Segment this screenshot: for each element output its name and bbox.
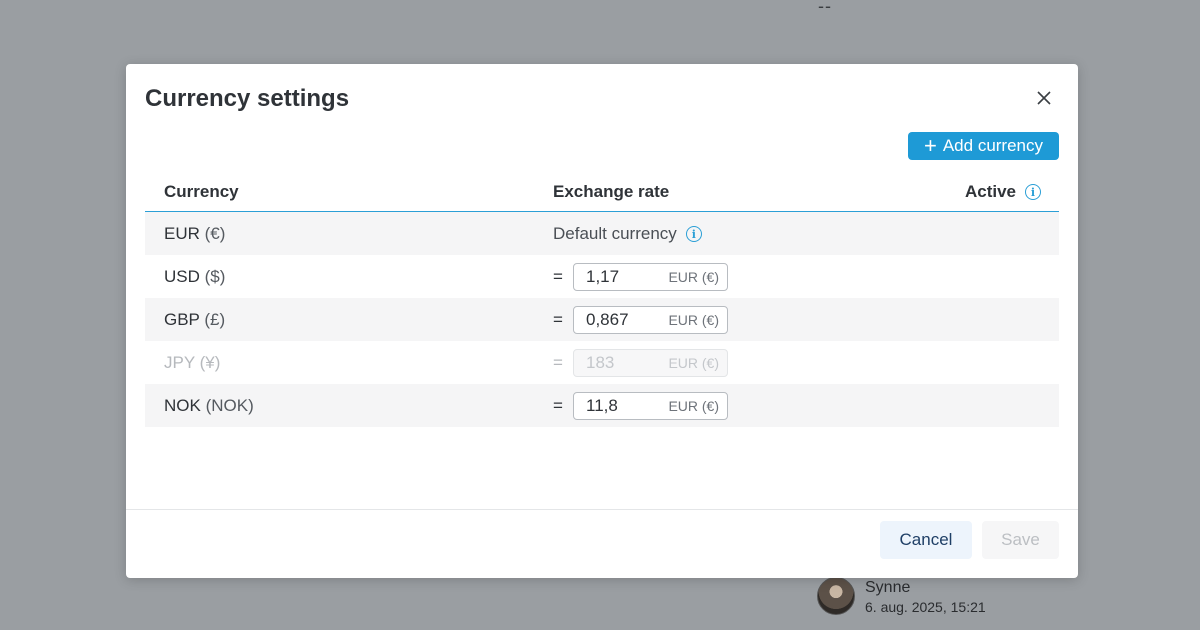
currency-settings-dialog: Currency settings + Add currency Currenc… (126, 64, 1078, 578)
exchange-rate-input[interactable]: 1,17 EUR (€) (573, 263, 728, 291)
exchange-rate-unit: EUR (€) (668, 312, 719, 328)
currency-table: Currency Exchange rate Active i EUR (€) … (145, 172, 1059, 427)
exchange-rate-unit: EUR (€) (668, 355, 719, 371)
column-header-active: Active i (965, 182, 1041, 202)
plus-icon: + (923, 133, 937, 158)
close-button[interactable] (1032, 86, 1056, 110)
background-user-entry: Synne 6. aug. 2025, 15:21 (817, 577, 986, 616)
user-timestamp: 6. aug. 2025, 15:21 (865, 599, 986, 615)
equals-sign: = (553, 353, 563, 372)
default-currency-label: Default currency (553, 224, 677, 243)
info-icon[interactable]: i (685, 226, 702, 242)
column-header-currency: Currency (164, 182, 239, 201)
currency-code: EUR (164, 224, 200, 243)
currency-code: NOK (164, 396, 201, 415)
avatar (817, 577, 855, 615)
exchange-rate-input-disabled: 183 EUR (€) (573, 349, 728, 377)
currency-symbol: (¥) (199, 353, 221, 372)
exchange-rate-unit: EUR (€) (668, 269, 719, 285)
exchange-rate-unit: EUR (€) (668, 398, 719, 414)
exchange-rate-value: 183 (586, 353, 615, 372)
add-currency-button[interactable]: + Add currency (908, 132, 1059, 160)
column-header-active-label: Active (964, 182, 1016, 201)
column-header-exchange-rate: Exchange rate (553, 182, 670, 201)
user-name: Synne (865, 579, 911, 596)
exchange-rate-input[interactable]: 11,8 EUR (€) (573, 392, 728, 420)
currency-cell: JPY (¥) (164, 353, 220, 373)
table-row-gbp: GBP (£) = 0,867 EUR (€) (145, 298, 1059, 341)
exchange-rate-input[interactable]: 0,867 EUR (€) (573, 306, 728, 334)
currency-cell: GBP (£) (164, 310, 225, 330)
table-header: Currency Exchange rate Active i (145, 172, 1059, 212)
table-row-usd: USD ($) = 1,17 EUR (€) (145, 255, 1059, 298)
footer-divider (126, 509, 1078, 510)
exchange-rate-value: 0,867 (586, 310, 629, 329)
exchange-rate-value: 11,8 (586, 396, 618, 415)
currency-symbol: (£) (204, 310, 226, 329)
dialog-title: Currency settings (145, 85, 350, 112)
add-currency-label: Add currency (942, 136, 1044, 155)
equals-sign: = (553, 310, 563, 329)
currency-cell: USD ($) (164, 267, 225, 287)
cancel-button[interactable]: Cancel (880, 521, 972, 559)
currency-symbol: ($) (204, 267, 226, 286)
currency-cell: NOK (NOK) (164, 396, 254, 416)
table-row-nok: NOK (NOK) = 11,8 EUR (€) (145, 384, 1059, 427)
default-currency-cell: Default currency i (553, 224, 702, 244)
table-row-jpy: JPY (¥) = 183 EUR (€) (145, 341, 1059, 384)
save-button: Save (982, 521, 1059, 559)
currency-cell: EUR (€) (164, 224, 225, 244)
table-row-eur: EUR (€) Default currency i (145, 212, 1059, 255)
currency-symbol: (NOK) (205, 396, 254, 415)
currency-symbol: (€) (204, 224, 226, 243)
equals-sign: = (553, 267, 563, 286)
exchange-rate-value: 1,17 (586, 267, 620, 286)
background-dashes: -- (818, 0, 832, 16)
equals-sign: = (553, 396, 563, 415)
currency-code: JPY (164, 353, 195, 372)
currency-code: USD (164, 267, 200, 286)
close-icon (1037, 91, 1051, 105)
currency-code: GBP (164, 310, 200, 329)
info-icon[interactable]: i (1025, 184, 1041, 200)
